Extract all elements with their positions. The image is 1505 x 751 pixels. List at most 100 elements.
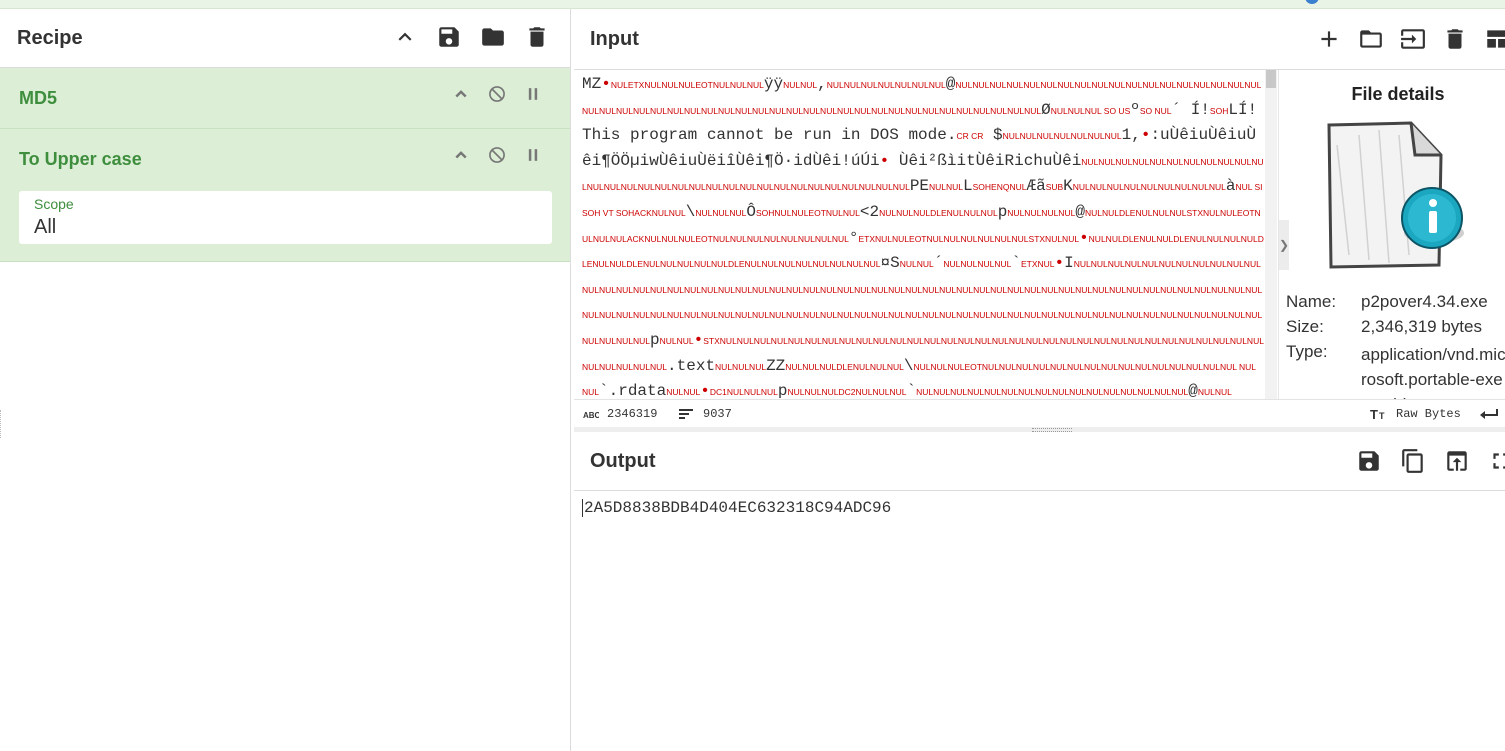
output-value: 2A5D8838BDB4D404EC632318C94ADC96 [584, 499, 892, 518]
chevron-up-icon [455, 90, 467, 98]
control-char: NULNULNULDC2NULNULNUL [787, 387, 907, 398]
reset-layout-button[interactable] [1482, 24, 1505, 54]
plus-icon [1321, 31, 1337, 47]
special-char: • [601, 75, 611, 93]
control-char: NULETXNULNULNULEOTNULNULNUL [610, 80, 764, 90]
trash-icon [1447, 29, 1463, 49]
file-type-label: Type: [1286, 342, 1328, 361]
input-text-segment: @ [1075, 202, 1085, 221]
control-char: NULNULNUL [715, 361, 767, 372]
file-details-panel: ❯ File details Name: p2pover4.34.exe Siz… [1278, 70, 1505, 399]
clear-input-button[interactable] [1440, 24, 1470, 54]
input-text-segment: MZ [582, 75, 602, 93]
control-char: NULNUL [783, 80, 818, 90]
svg-text:T: T [1379, 411, 1385, 421]
input-text-segment: ¤S [880, 254, 900, 273]
divider-grip[interactable] [1032, 428, 1072, 432]
maximise-output-button[interactable] [1486, 446, 1505, 476]
copy-icon [1402, 449, 1423, 473]
open-folder-button[interactable] [1356, 24, 1386, 54]
input-scrollbar[interactable] [1265, 70, 1277, 399]
input-text-segment: 1, [1121, 126, 1141, 145]
input-status-bar: ABC 2346319 9037 TT Raw Bytes [574, 399, 1505, 428]
input-text-segment: ´ [933, 254, 944, 273]
open-file-button[interactable] [1398, 24, 1428, 54]
file-type-row: Type: [1286, 342, 1361, 362]
load-recipe-button[interactable] [478, 22, 508, 52]
recipe-pane: Recipe MD5 To Upper case Scope All [0, 9, 571, 751]
pane-resize-handle[interactable] [0, 410, 4, 438]
scope-label: Scope [34, 196, 74, 212]
copy-output-button[interactable] [1398, 446, 1428, 476]
breakpoint-button[interactable] [522, 144, 544, 166]
control-char: SOHENQNUL [972, 182, 1027, 193]
collapse-operation-button[interactable] [450, 83, 472, 105]
save-recipe-button[interactable] [434, 22, 464, 52]
file-name-label: Name: [1286, 292, 1337, 311]
input-text-segment: ` [1011, 254, 1021, 273]
input-text-segment: \ [685, 202, 696, 221]
pause-icon [528, 149, 538, 161]
file-type-value: application/vnd.microsoft.portable-execu… [1361, 345, 1505, 399]
replace-input-button[interactable] [1442, 446, 1472, 476]
control-char: NULNUL [659, 335, 694, 346]
chevron-up-icon [455, 151, 467, 159]
special-char: • [1079, 228, 1089, 247]
control-char: NULNUL [929, 182, 964, 193]
control-char: NULNULNULNULNULNULNUL [1002, 131, 1122, 142]
file-size-label: Size: [1286, 317, 1324, 336]
layout-icon [1487, 30, 1505, 48]
add-tab-button[interactable] [1314, 24, 1344, 54]
collapse-operation-button[interactable] [450, 144, 472, 166]
control-char: SOHNULNULEOTNULNUL [756, 207, 860, 218]
input-text-segment: `.rdata [599, 382, 667, 398]
input-text-segment: ` [906, 382, 917, 398]
control-char: SUB [1045, 182, 1064, 193]
file-details-title: File details [1351, 84, 1445, 104]
operation-to-upper-case[interactable]: To Upper case Scope All [0, 129, 570, 262]
output-textarea[interactable]: 2A5D8838BDB4D404EC632318C94ADC96 [582, 499, 891, 517]
operation-name: MD5 [19, 88, 58, 108]
input-text-segment: ÿÿ [763, 75, 784, 93]
breakpoint-button[interactable] [522, 83, 544, 105]
trash-icon [529, 27, 545, 47]
save-icon [1359, 451, 1379, 471]
input-text-segment: @ [1188, 382, 1198, 398]
fullscreen-icon [1493, 453, 1505, 469]
encoding-selector[interactable]: TT Raw Bytes [1370, 407, 1461, 421]
recipe-title: Recipe [17, 26, 83, 49]
save-output-button[interactable] [1354, 446, 1384, 476]
disable-operation-button[interactable] [486, 83, 508, 105]
input-textarea[interactable]: MZ•NULETXNULNULNULEOTNULNULNULÿÿNULNUL,N… [582, 72, 1264, 398]
open-in-new-icon [1447, 451, 1467, 471]
top-strip [0, 0, 1505, 9]
control-char: NULNULNULDLENULNULNUL [785, 361, 904, 372]
control-char: SO NUL [1139, 105, 1172, 116]
eol-selector[interactable] [1480, 407, 1498, 421]
input-text-segment: ´ Í! [1171, 100, 1210, 119]
control-char: DC1NULNULNUL [709, 387, 778, 398]
collapse-file-details-handle[interactable]: ❯ [1279, 220, 1289, 270]
folder-icon [482, 28, 504, 46]
disable-icon [489, 86, 505, 102]
operation-md5[interactable]: MD5 [0, 68, 570, 129]
input-text-segment: Ø [1041, 100, 1051, 119]
special-char: • [1140, 126, 1151, 145]
text-cursor [582, 499, 583, 517]
scope-select[interactable]: Scope All [19, 191, 552, 244]
io-resize-divider[interactable] [574, 427, 1505, 432]
scrollbar-thumb[interactable] [1266, 70, 1276, 88]
disable-operation-button[interactable] [486, 144, 508, 166]
control-char: NULNULNULDLENULNULNUL [879, 207, 998, 218]
input-text-segment: L [963, 177, 973, 196]
collapse-all-button[interactable] [390, 22, 420, 52]
control-char: NULNULNUL [695, 207, 747, 218]
control-char: NULNUL [899, 259, 934, 270]
clear-recipe-button[interactable] [522, 22, 552, 52]
control-char: NULNULNUL SO US [1050, 105, 1131, 116]
svg-text:ABC: ABC [583, 411, 599, 420]
control-char: ETXNUL [1021, 259, 1055, 270]
input-icon [1401, 29, 1425, 49]
file-size-value: 2,346,319 bytes [1361, 317, 1482, 336]
abc-icon: ABC [583, 411, 599, 420]
